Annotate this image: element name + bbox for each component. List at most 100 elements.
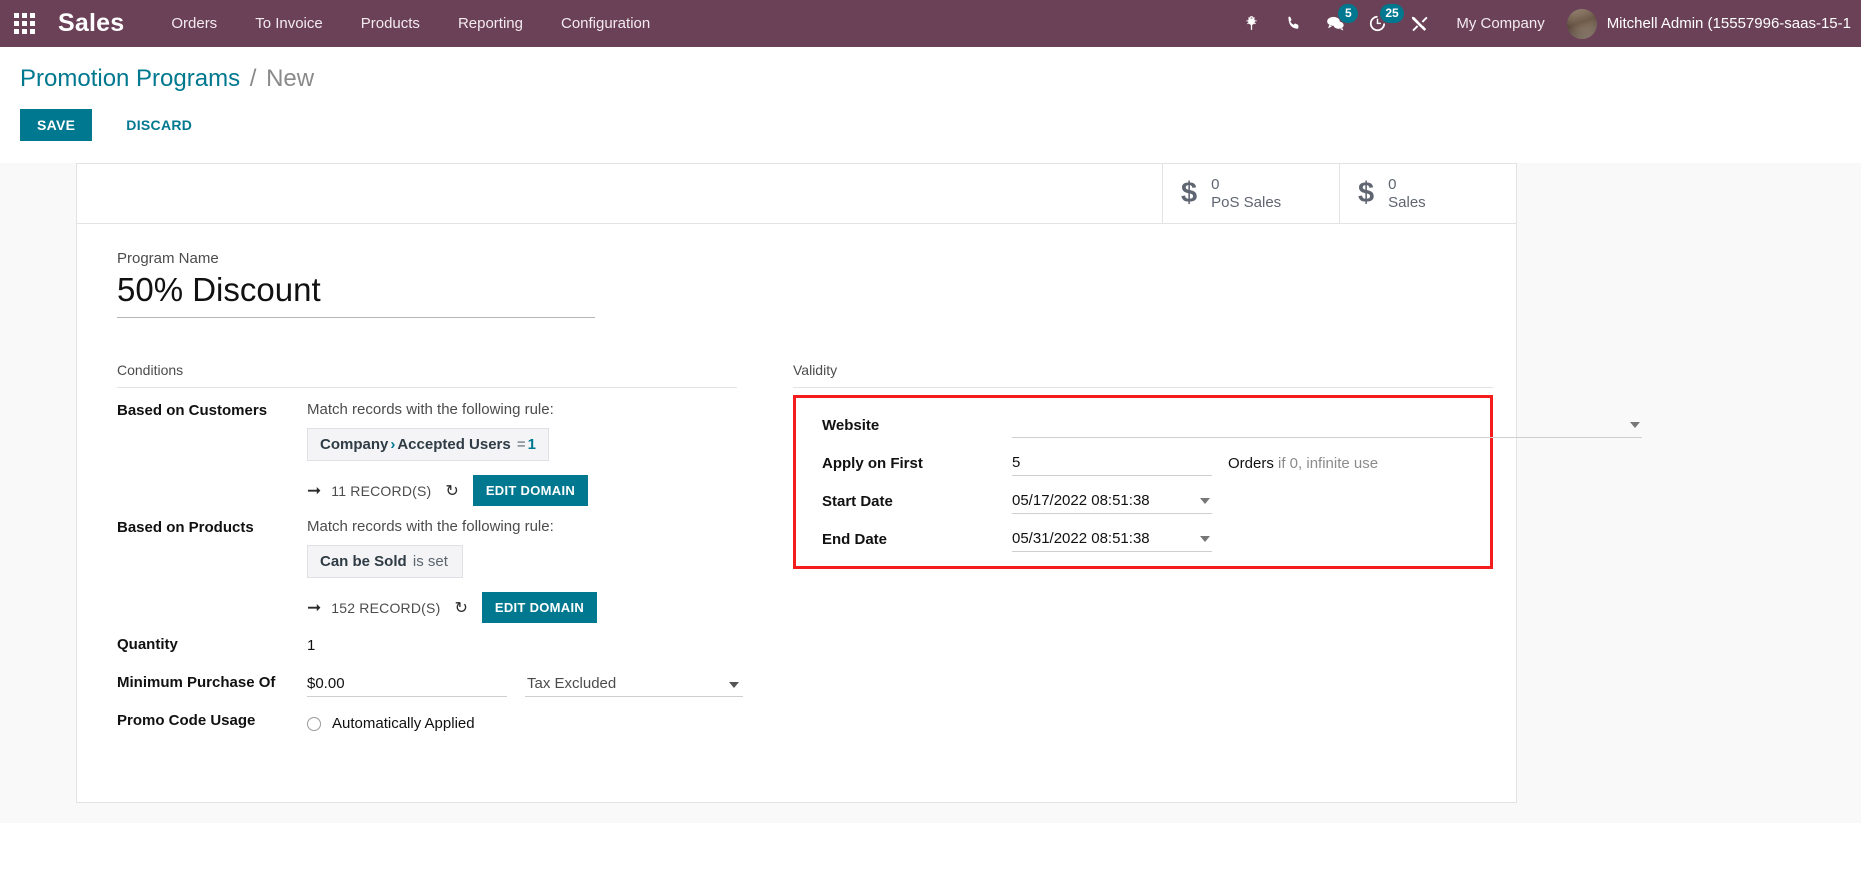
messages-icon[interactable]: 5	[1314, 0, 1359, 47]
pos-sales-value: 0	[1211, 175, 1220, 193]
customers-rule-text: Match records with the following rule:	[307, 401, 554, 418]
tax-mode-select-wrap: Tax Excluded Tax Included	[525, 673, 743, 697]
apply-on-first-input[interactable]	[1012, 450, 1212, 476]
customers-domain-chip[interactable]: Company › Accepted Users = 1	[307, 428, 550, 461]
promo-code-radio-row[interactable]: Automatically Applied	[307, 711, 737, 732]
breadcrumb: Promotion Programs / New	[20, 65, 1861, 93]
messages-badge: 5	[1338, 4, 1359, 23]
apply-on-first-suffix: Orders if 0, infinite use	[1228, 455, 1378, 472]
stat-button-pos-sales[interactable]: $ 0 PoS Sales	[1162, 164, 1339, 223]
program-name-input[interactable]	[117, 269, 595, 318]
avatar	[1566, 8, 1597, 39]
minimum-purchase-input[interactable]	[307, 673, 507, 697]
form-sheet: $ 0 PoS Sales $ 0 Sales Program Name 50%…	[76, 163, 1642, 803]
based-on-customers-label: Based on Customers	[117, 402, 268, 419]
sales-label: Sales	[1388, 193, 1426, 211]
radio-automatically-applied-label: Automatically Applied	[332, 715, 475, 732]
arrow-right-icon: ➞	[307, 481, 322, 500]
menu-item-to-invoice[interactable]: To Invoice	[236, 0, 342, 47]
discard-button[interactable]: DISCARD	[109, 109, 209, 141]
products-chip-field: Can be Sold	[320, 553, 407, 570]
start-date-input[interactable]	[1012, 488, 1212, 514]
app-brand-sales[interactable]: Sales	[58, 0, 124, 47]
navbar-right-group: 5 25 My Company Mitchell Admin (15557996…	[1230, 0, 1861, 47]
refresh-icon[interactable]: ↻	[454, 598, 467, 618]
field-based-on-customers: Based on Customers Match records with th…	[117, 398, 737, 506]
form-columns: Conditions Based on Customers Match reco…	[117, 362, 1642, 746]
top-navbar: Sales Orders To Invoice Products Reporti…	[0, 0, 1861, 47]
products-domain-chip[interactable]: Can be Sold is set	[307, 545, 463, 578]
radio-automatically-applied[interactable]	[307, 716, 321, 731]
phone-icon[interactable]	[1272, 0, 1314, 47]
breadcrumb-separator: /	[249, 65, 257, 92]
end-date-label: End Date	[822, 530, 888, 548]
field-based-on-products: Based on Products Match records with the…	[117, 515, 737, 623]
customers-edit-domain-button[interactable]: EDIT DOMAIN	[472, 475, 589, 506]
validity-title: Validity	[793, 362, 1493, 388]
customers-chip-operator: =	[516, 436, 526, 453]
conditions-group: Conditions Based on Customers Match reco…	[117, 362, 743, 746]
apply-on-first-unit: Orders	[1228, 454, 1274, 472]
customers-chip-value: 1	[527, 436, 537, 453]
products-chip-operator: is set	[412, 553, 448, 570]
validity-group: Validity Website Apply on First 5 Orders…	[793, 362, 1642, 746]
program-name-group: Program Name	[117, 250, 1476, 318]
field-website: Website	[822, 412, 1642, 438]
start-date-label: Start Date	[822, 492, 893, 510]
bug-icon[interactable]	[1230, 0, 1272, 47]
based-on-products-label: Based on Products	[117, 519, 254, 536]
validity-highlight-box: Website Apply on First 5 Orders if 0, in…	[793, 395, 1642, 569]
activities-clock-icon[interactable]: 25	[1356, 0, 1404, 47]
control-panel: Promotion Programs / New SAVE DISCARD	[0, 47, 1861, 163]
breadcrumb-current: New	[266, 65, 315, 92]
dollar-icon: $	[1358, 177, 1375, 209]
apps-grid-icon[interactable]	[0, 0, 48, 47]
field-apply-on-first: Apply on First Orders if 0, infinite use	[822, 450, 1474, 476]
form-action-buttons: SAVE DISCARD	[20, 109, 1861, 163]
customers-records-row: ➞ 11 RECORD(S) ↻ EDIT DOMAIN	[307, 475, 737, 506]
products-edit-domain-button[interactable]: EDIT DOMAIN	[481, 592, 598, 623]
dollar-icon: $	[1181, 177, 1198, 209]
menu-item-configuration[interactable]: Configuration	[542, 0, 669, 47]
products-records-row: ➞ 152 RECORD(S) ↻ EDIT DOMAIN	[307, 592, 737, 623]
quantity-label: Quantity	[117, 636, 178, 653]
field-end-date: End Date	[822, 526, 1474, 552]
products-records-link[interactable]: 152 RECORD(S)	[331, 600, 440, 616]
minimum-purchase-label: Minimum Purchase Of	[117, 674, 276, 691]
refresh-icon[interactable]: ↻	[445, 481, 458, 501]
breadcrumb-promotion-programs[interactable]: Promotion Programs	[20, 65, 240, 92]
chevron-right-icon: ›	[390, 436, 396, 453]
quantity-input[interactable]	[307, 635, 507, 658]
stat-button-box: $ 0 PoS Sales $ 0 Sales	[77, 164, 1516, 224]
conditions-title: Conditions	[117, 362, 737, 388]
customers-chip-field: Company	[320, 436, 389, 453]
save-button[interactable]: SAVE	[20, 109, 93, 141]
customers-records-link[interactable]: 11 RECORD(S)	[331, 483, 431, 499]
user-menu[interactable]: Mitchell Admin (15557996-saas-15-1	[1561, 8, 1861, 39]
field-promo-code-usage: Promo Code Usage Automatically Applied	[117, 708, 737, 737]
menu-item-products[interactable]: Products	[342, 0, 439, 47]
field-start-date: Start Date	[822, 488, 1474, 514]
pos-sales-label: PoS Sales	[1211, 193, 1282, 211]
tools-icon[interactable]	[1398, 0, 1440, 47]
user-name: Mitchell Admin (15557996-saas-15-1	[1606, 15, 1851, 32]
customers-chip-subfield: Accepted Users	[397, 436, 511, 453]
website-input-wrap	[1012, 412, 1642, 438]
apply-on-first-hint: if 0, infinite use	[1278, 454, 1379, 472]
menu-item-orders[interactable]: Orders	[152, 0, 236, 47]
form-view-background: $ 0 PoS Sales $ 0 Sales Program Name 50%…	[0, 163, 1861, 823]
end-date-wrap	[1012, 526, 1212, 552]
sales-value: 0	[1388, 175, 1397, 193]
website-input[interactable]	[1012, 412, 1642, 438]
promo-code-usage-label: Promo Code Usage	[117, 712, 256, 729]
program-name-label: Program Name	[117, 250, 219, 267]
start-date-wrap	[1012, 488, 1212, 514]
end-date-input[interactable]	[1012, 526, 1212, 552]
field-minimum-purchase: Minimum Purchase Of Tax Excluded Tax Inc…	[117, 670, 743, 699]
field-quantity: Quantity	[117, 632, 737, 661]
products-rule-text: Match records with the following rule:	[307, 518, 554, 535]
tax-mode-select[interactable]: Tax Excluded Tax Included	[525, 673, 743, 697]
menu-item-reporting[interactable]: Reporting	[439, 0, 542, 47]
stat-button-sales[interactable]: $ 0 Sales	[1339, 164, 1516, 223]
company-switcher[interactable]: My Company	[1440, 15, 1560, 32]
